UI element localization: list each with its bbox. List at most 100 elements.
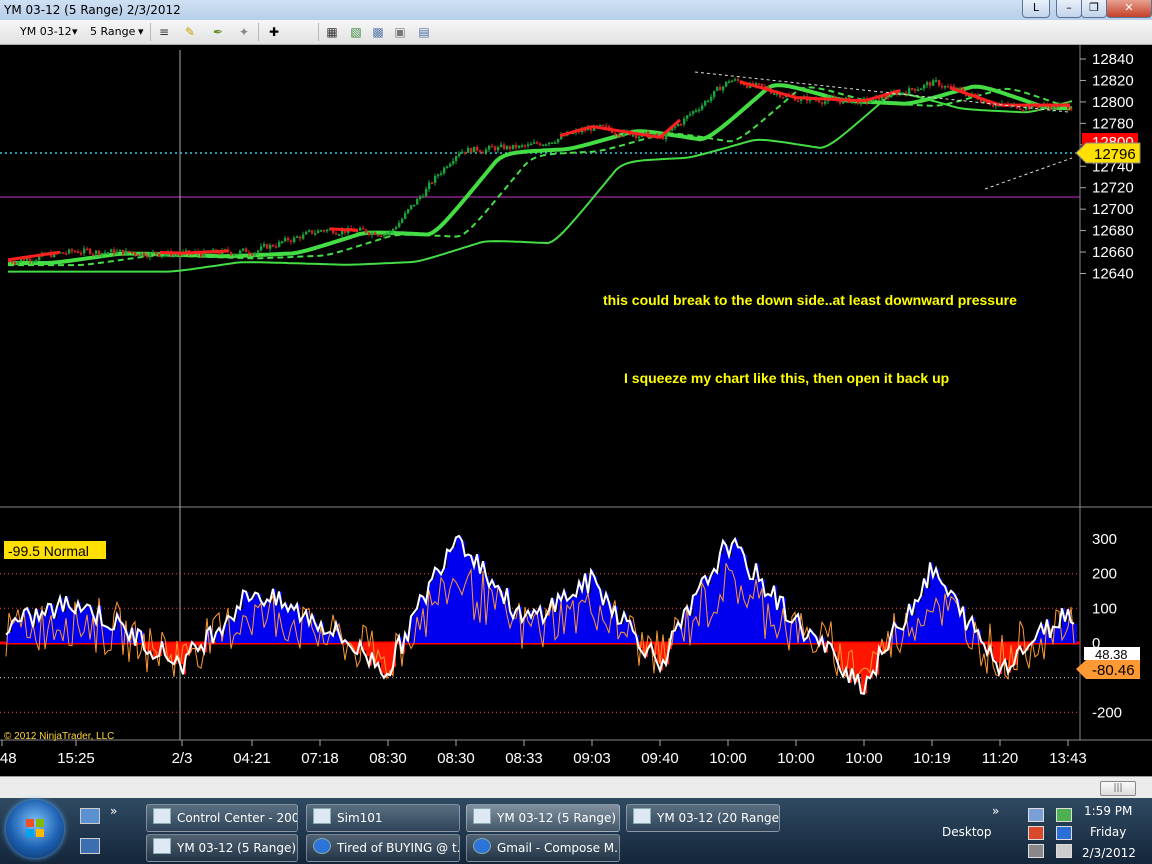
period-selector[interactable]: 5 Range xyxy=(90,25,135,38)
clock-day[interactable]: Friday xyxy=(1090,825,1126,839)
candle-body xyxy=(101,253,104,255)
oscillator-bar xyxy=(57,606,60,643)
candle-body xyxy=(530,143,533,146)
candle-body xyxy=(440,173,443,175)
candle-body xyxy=(95,250,98,255)
candle-body xyxy=(959,87,962,90)
network-icon[interactable] xyxy=(1028,808,1044,822)
time-tick-label: 11:20 xyxy=(982,750,1018,767)
clock-date[interactable]: 2/3/2012 xyxy=(1082,846,1136,860)
annotation-squeeze-chart[interactable]: I squeeze my chart like this, then open … xyxy=(624,370,949,386)
candle-body xyxy=(104,252,107,254)
minimize-button[interactable]: – xyxy=(1056,0,1082,18)
pin-icon[interactable]: ✦ xyxy=(236,24,252,40)
tray-monitor-icon[interactable] xyxy=(1028,844,1044,858)
volume-icon[interactable] xyxy=(1056,844,1072,858)
scrollbar-thumb[interactable]: ||| xyxy=(1100,781,1136,796)
candle-body xyxy=(149,252,152,258)
annotation-down-pressure[interactable]: this could break to the down side..at le… xyxy=(603,292,1017,308)
data-box-icon[interactable]: ▣ xyxy=(392,24,408,40)
oscillator-bar xyxy=(303,616,306,643)
taskbar-ym-20range[interactable]: YM 03-12 (20 Range... xyxy=(626,804,780,832)
strategies-icon[interactable]: ▩ xyxy=(370,24,386,40)
candle-body xyxy=(551,142,554,144)
time-tick-label: 10:00 xyxy=(777,750,815,767)
candle-body xyxy=(944,86,947,88)
candle-body xyxy=(86,248,89,251)
price-chart[interactable]: 1284012820128001278012760127401272012700… xyxy=(0,45,1152,775)
candle-body xyxy=(1025,106,1028,110)
instrument-selector[interactable]: YM 03-12 xyxy=(20,25,72,38)
candle-body xyxy=(818,100,821,103)
taskbar-ym-5range-active[interactable]: YM 03-12 (5 Range) ... xyxy=(466,804,620,832)
candle-body xyxy=(107,252,110,254)
candle-body xyxy=(293,237,296,242)
candle-body xyxy=(506,146,509,150)
candle-body xyxy=(722,86,725,91)
horizontal-scrollbar[interactable]: ||| xyxy=(0,776,1152,799)
candle-body xyxy=(557,138,560,143)
candle-body xyxy=(302,234,305,239)
window-title-bar[interactable]: YM 03-12 (5 Range) 2/3/2012 L – ❐ ✕ xyxy=(0,0,1152,20)
show-desktop-icon[interactable] xyxy=(80,808,100,824)
taskbar-sim101[interactable]: Sim101 xyxy=(306,804,460,832)
oscillator-bar xyxy=(81,611,84,643)
tray-app-icon[interactable] xyxy=(1056,808,1072,822)
oscillator-bar xyxy=(456,537,459,643)
candle-body xyxy=(443,167,446,174)
candle-body xyxy=(404,213,407,219)
price-tick-label: 12840 xyxy=(1092,51,1134,68)
tray-computer-icon[interactable] xyxy=(1056,826,1072,840)
draw-tool-icon[interactable]: ✒ xyxy=(210,24,226,40)
candle-body xyxy=(230,251,233,255)
oscillator-bar xyxy=(594,575,597,643)
crosshair-icon[interactable]: ✚ xyxy=(266,24,282,40)
taskbar-chevron-icon[interactable]: » xyxy=(992,804,999,818)
instrument-dropdown-icon[interactable]: ▾ xyxy=(72,25,78,38)
quicklaunch-chevron-icon[interactable]: » xyxy=(110,804,117,818)
restore-button[interactable]: ❐ xyxy=(1081,0,1107,18)
candle-body xyxy=(704,101,707,106)
taskbar-tired-of-buying[interactable]: Tired of BUYING @ t... xyxy=(306,834,460,862)
oscillator-bar xyxy=(468,554,471,643)
time-tick-label: 13:43 xyxy=(1049,750,1087,767)
l-button[interactable]: L xyxy=(1022,0,1050,18)
candle-body xyxy=(1070,108,1073,111)
oscillator-bar xyxy=(993,643,996,660)
switch-windows-icon[interactable] xyxy=(80,838,100,854)
taskbar-ym-5range-2[interactable]: YM 03-12 (5 Range) ... xyxy=(146,834,298,862)
properties-icon[interactable]: ▦ xyxy=(324,24,340,40)
clock-time[interactable]: 1:59 PM xyxy=(1084,804,1132,818)
indicators-icon[interactable]: ▧ xyxy=(348,24,364,40)
oscillator-bar xyxy=(249,600,252,643)
desktop-toolbar-label[interactable]: Desktop xyxy=(942,825,992,839)
taskbar-control-center[interactable]: Control Center - 200... xyxy=(146,804,298,832)
candle-body xyxy=(146,255,149,258)
close-button[interactable]: ✕ xyxy=(1106,0,1152,18)
candle-body xyxy=(917,89,920,92)
candle-body xyxy=(299,236,302,239)
time-tick-label: 3:48 xyxy=(0,750,17,767)
oscillator-bar xyxy=(453,546,456,643)
period-dropdown-icon[interactable]: ▾ xyxy=(138,25,144,38)
window-icon[interactable]: ▤ xyxy=(416,24,432,40)
candle-body xyxy=(17,261,20,264)
price-tick-label: 12680 xyxy=(1092,223,1134,240)
oscillator-bar xyxy=(489,586,492,643)
candle-body xyxy=(320,230,323,232)
start-button[interactable] xyxy=(6,800,64,858)
pencil-icon[interactable]: ✎ xyxy=(182,24,198,40)
taskbar-gmail[interactable]: Gmail - Compose M... xyxy=(466,834,620,862)
tray-flag-icon[interactable] xyxy=(1028,826,1044,840)
bar-style-icon[interactable]: ≡ xyxy=(156,24,172,40)
window-title: YM 03-12 (5 Range) 2/3/2012 xyxy=(4,3,181,17)
candle-body xyxy=(710,96,713,101)
candle-body xyxy=(614,132,617,135)
candle-body xyxy=(266,244,269,249)
oscillator-bar xyxy=(504,603,507,643)
oscillator-bar xyxy=(996,643,999,663)
candle-body xyxy=(617,134,620,136)
candle-body xyxy=(275,246,278,248)
candle-body xyxy=(515,144,518,148)
oscillator-bar xyxy=(777,609,780,643)
